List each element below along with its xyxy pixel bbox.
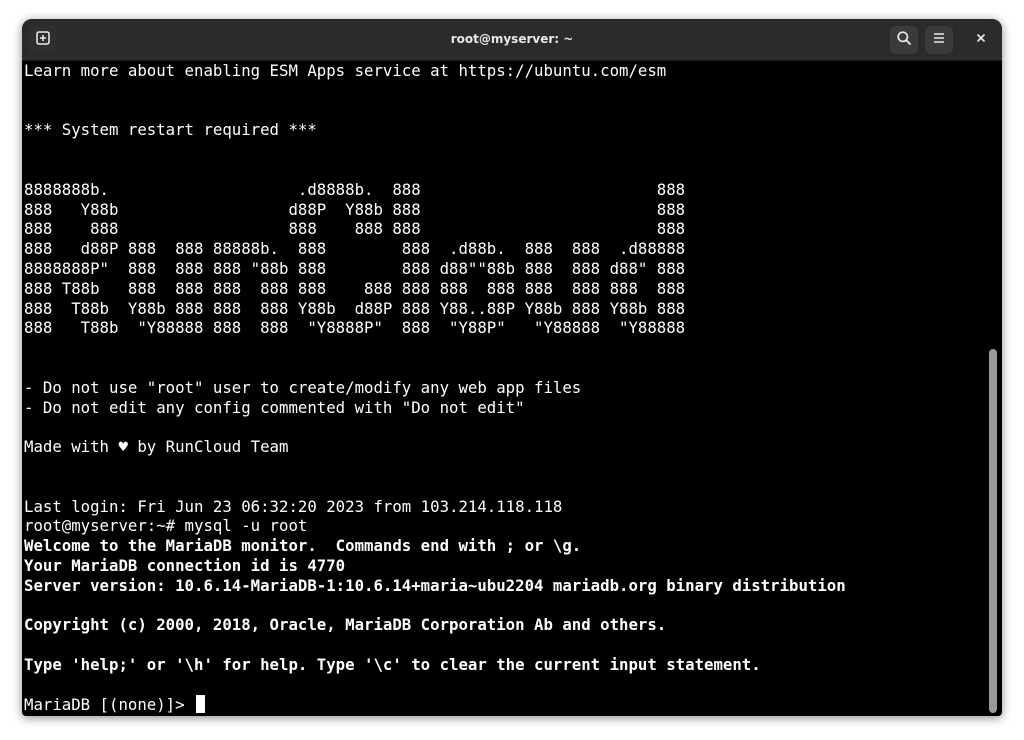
terminal-line: Your MariaDB connection id is 4770 bbox=[24, 555, 346, 575]
terminal-line: 888 888 888 888 888 888 bbox=[24, 219, 686, 239]
close-button[interactable] bbox=[969, 28, 993, 52]
title-bar[interactable]: root@myserver: ~ bbox=[22, 19, 1002, 61]
terminal-line: Learn more about enabling ESM Apps servi… bbox=[24, 61, 667, 80]
text-cursor bbox=[196, 694, 206, 713]
terminal-output[interactable]: Learn more about enabling ESM Apps servi… bbox=[22, 61, 990, 716]
terminal-line: Server version: 10.6.14-MariaDB-1:10.6.1… bbox=[24, 575, 846, 595]
menu-button[interactable] bbox=[925, 26, 953, 54]
terminal-line: 888 T88b 888 888 888 888 888 888 888 888… bbox=[24, 278, 686, 298]
terminal-line: 888 T88b Y88b 888 888 888 Y88b d88P 888 … bbox=[24, 298, 686, 318]
terminal-line: *** System restart required *** bbox=[24, 120, 317, 140]
terminal-line: Made with ♥ by RunCloud Team bbox=[24, 437, 289, 457]
terminal-window: root@myserver: ~ Learn more about enabli… bbox=[22, 19, 1002, 716]
terminal-line: 888 Y88b d88P Y88b 888 888 bbox=[24, 199, 686, 219]
terminal-line: Copyright (c) 2000, 2018, Oracle, MariaD… bbox=[24, 615, 667, 635]
scrollbar-thumb[interactable] bbox=[989, 349, 997, 713]
search-icon bbox=[896, 30, 912, 51]
terminal-line: root@myserver:~# mysql -u root bbox=[24, 516, 308, 536]
hamburger-menu-icon bbox=[931, 30, 947, 51]
terminal-line: - Do not edit any config commented with … bbox=[24, 397, 525, 417]
terminal-line: 8888888b. .d8888b. 888 888 bbox=[24, 179, 686, 199]
mariadb-prompt: MariaDB [(none)]> bbox=[24, 694, 195, 714]
terminal-line: Last login: Fri Jun 23 06:32:20 2023 fro… bbox=[24, 496, 563, 516]
close-icon bbox=[975, 31, 987, 49]
window-title: root@myserver: ~ bbox=[450, 32, 574, 46]
terminal-line: 888 d88P 888 888 88888b. 888 888 .d88b. … bbox=[24, 239, 686, 259]
terminal-line: 888 T88b "Y88888 888 888 "Y8888P" 888 "Y… bbox=[24, 318, 686, 338]
terminal-line: Welcome to the MariaDB monitor. Commands… bbox=[24, 536, 582, 556]
terminal-line: 8888888P" 888 888 888 "88b 888 888 d88""… bbox=[24, 258, 686, 278]
terminal-prompt-line[interactable]: MariaDB [(none)]> bbox=[24, 694, 990, 715]
terminal-line: Type 'help;' or '\h' for help. Type '\c'… bbox=[24, 654, 761, 674]
search-button[interactable] bbox=[890, 26, 918, 54]
terminal-line: - Do not use "root" user to create/modif… bbox=[24, 377, 582, 397]
